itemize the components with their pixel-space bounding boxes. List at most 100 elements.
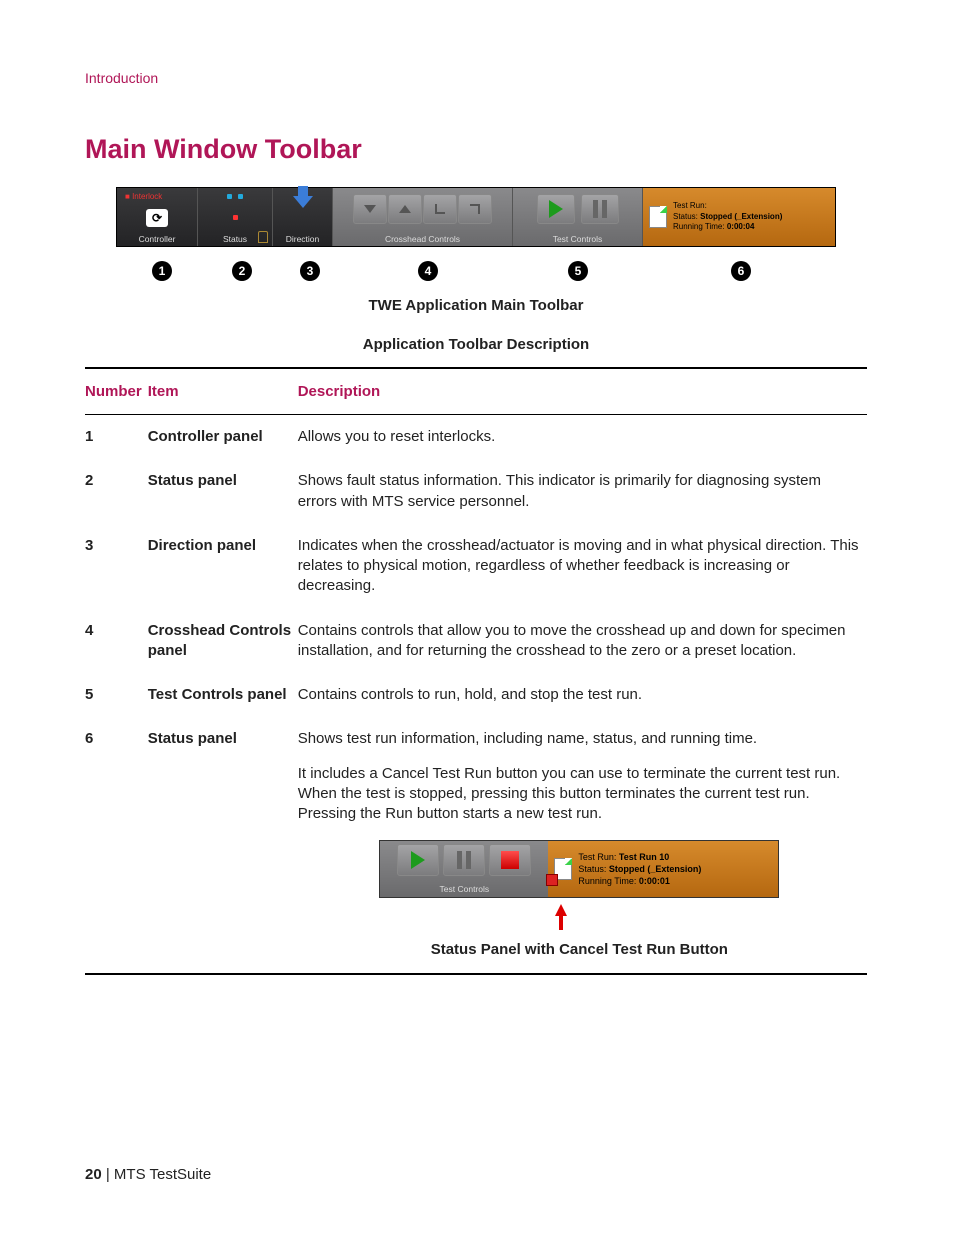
table-row: 2 Status panel Shows fault status inform…: [85, 459, 867, 524]
cell-num: 3: [85, 524, 148, 609]
cell-item: Direction panel: [148, 524, 298, 609]
callout-row: 1 2 3 4 5 6: [116, 261, 836, 283]
cell-num: 2: [85, 459, 148, 524]
callout-6: 6: [731, 261, 751, 281]
goto-icon: [470, 204, 480, 214]
test-run-info-lines: Test Run: Status: Stopped (_Extension) R…: [673, 201, 782, 232]
page-number: 20: [85, 1166, 102, 1183]
test-controls-label: Test Controls: [553, 234, 603, 244]
callout-3: 3: [300, 261, 320, 281]
fault-dot-icon: [233, 215, 238, 220]
cell-num: 6: [85, 717, 148, 973]
callout-2: 2: [232, 261, 252, 281]
pause-icon: [457, 851, 471, 869]
test-controls-panel-2: Test Controls: [380, 841, 548, 897]
run-button[interactable]: [397, 844, 439, 876]
cell-desc: Shows test run information, including na…: [298, 717, 867, 973]
table-row: 3 Direction panel Indicates when the cro…: [85, 524, 867, 609]
cell-desc: Allows you to reset interlocks.: [298, 415, 867, 460]
lock-icon: [258, 231, 268, 243]
run-value: Test Run 10: [619, 852, 669, 862]
figure-caption-1: TWE Application Main Toolbar: [85, 297, 867, 314]
figure-caption-3: Status Panel with Cancel Test Run Button: [298, 940, 861, 960]
direction-label: Direction: [286, 234, 320, 244]
crosshead-down-button[interactable]: [353, 194, 387, 224]
controller-panel: ■ Interlock ⟳ Controller: [117, 188, 197, 246]
run-label: Test Run:: [673, 201, 707, 210]
cell-num: 1: [85, 415, 148, 460]
hold-button[interactable]: [443, 844, 485, 876]
th-description: Description: [298, 368, 867, 415]
direction-arrow-down-icon: [293, 196, 313, 208]
cancel-test-run-button[interactable]: [546, 874, 558, 886]
cell-item: Test Controls panel: [148, 673, 298, 717]
arrow-down-icon: [364, 205, 376, 213]
play-icon: [411, 851, 425, 869]
play-icon: [549, 200, 563, 218]
main-toolbar: ■ Interlock ⟳ Controller Status Directio…: [116, 187, 836, 247]
page-footer: 20 | MTS TestSuite: [85, 1166, 211, 1183]
controller-label: Controller: [139, 234, 176, 244]
row6-extra: It includes a Cancel Test Run button you…: [298, 764, 861, 825]
return-icon: [435, 204, 445, 214]
time-value: 0:00:04: [727, 222, 755, 231]
crosshead-goto-button[interactable]: [458, 194, 492, 224]
cell-desc: Shows fault status information. This ind…: [298, 459, 867, 524]
status-value: Stopped (_Extension): [700, 212, 782, 221]
status-value: Stopped (_Extension): [609, 864, 702, 874]
status-dot-icon: [227, 194, 232, 199]
status-label: Status:: [578, 864, 606, 874]
hold-button[interactable]: [581, 194, 619, 224]
callout-5: 5: [568, 261, 588, 281]
status-label-info: Status:: [673, 212, 698, 221]
callout-1: 1: [152, 261, 172, 281]
th-item: Item: [148, 368, 298, 415]
test-run-info-panel-2: Test Run: Test Run 10 Status: Stopped (_…: [548, 841, 778, 897]
test-run-info-panel: Test Run: Status: Stopped (_Extension) R…: [642, 188, 835, 246]
cell-item: Status panel: [148, 717, 298, 973]
crosshead-return-button[interactable]: [423, 194, 457, 224]
status-dot-icon: [238, 194, 243, 199]
table-row: 6 Status panel Shows test run informatio…: [85, 717, 867, 973]
table-row: 1 Controller panel Allows you to reset i…: [85, 415, 867, 460]
interlock-label: ■ Interlock: [125, 192, 162, 201]
status-label: Status: [223, 234, 247, 244]
document-icon: [649, 206, 667, 228]
footer-product: MTS TestSuite: [114, 1166, 211, 1183]
row6-line1: Shows test run information, including na…: [298, 729, 861, 749]
time-value: 0:00:01: [639, 876, 670, 886]
test-controls-panel: Test Controls: [512, 188, 642, 246]
run-button[interactable]: [537, 194, 575, 224]
crosshead-controls-panel: Crosshead Controls: [332, 188, 512, 246]
reset-interlock-button[interactable]: ⟳: [146, 209, 168, 227]
status-indicator-dots: [227, 194, 243, 199]
stop-button[interactable]: [489, 844, 531, 876]
section-title: Main Window Toolbar: [85, 134, 867, 165]
run-label: Test Run:: [578, 852, 616, 862]
test-controls-label-2: Test Controls: [440, 884, 490, 895]
cell-item: Controller panel: [148, 415, 298, 460]
toolbar-figure: ■ Interlock ⟳ Controller Status Directio…: [116, 187, 836, 283]
status-panel-figure: Test Controls Test Run: Test Run 10 Stat…: [379, 840, 779, 916]
cell-desc: Indicates when the crosshead/actuator is…: [298, 524, 867, 609]
table-row: 4 Crosshead Controls panel Contains cont…: [85, 609, 867, 674]
chapter-heading: Introduction: [85, 70, 867, 86]
callout-4: 4: [418, 261, 438, 281]
cell-desc: Contains controls to run, hold, and stop…: [298, 673, 867, 717]
footer-sep: |: [102, 1166, 114, 1183]
time-label: Running Time:: [578, 876, 636, 886]
cell-desc: Contains controls that allow you to move…: [298, 609, 867, 674]
direction-panel: Direction: [272, 188, 332, 246]
table-row: 5 Test Controls panel Contains controls …: [85, 673, 867, 717]
crosshead-up-button[interactable]: [388, 194, 422, 224]
cell-item: Crosshead Controls panel: [148, 609, 298, 674]
cell-num: 4: [85, 609, 148, 674]
refresh-icon: ⟳: [152, 211, 162, 225]
status-panel: Status: [197, 188, 272, 246]
cell-num: 5: [85, 673, 148, 717]
figure-caption-2: Application Toolbar Description: [85, 336, 867, 353]
time-label: Running Time:: [673, 222, 725, 231]
status-panel-with-cancel: Test Controls Test Run: Test Run 10 Stat…: [379, 840, 779, 898]
pointer-arrow-icon: [555, 904, 567, 916]
toolbar-description-table: Number Item Description 1 Controller pan…: [85, 367, 867, 975]
